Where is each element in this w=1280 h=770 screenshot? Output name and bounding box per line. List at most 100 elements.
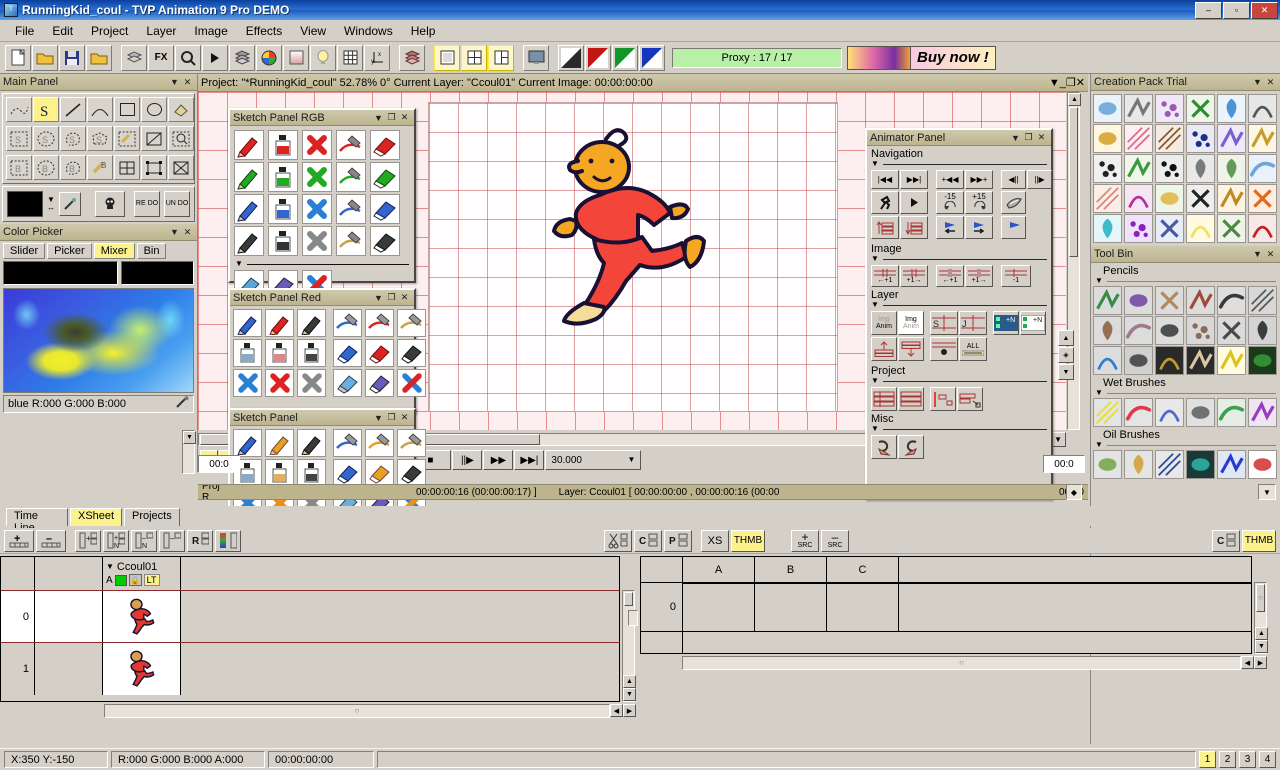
chevron-down-icon[interactable]: ▼ xyxy=(1095,389,1103,397)
insert-before-icon[interactable]: + xyxy=(75,530,101,552)
undo-button[interactable]: UN DO xyxy=(164,191,190,217)
brush-gray-arc[interactable] xyxy=(1248,94,1277,123)
brush-purple-ribbon[interactable] xyxy=(1124,214,1153,243)
charcoal-stick[interactable] xyxy=(1217,286,1246,315)
vscroll-thumb[interactable] xyxy=(1069,107,1078,257)
eraser-green-icon[interactable] xyxy=(370,162,400,192)
brush-blue-icon[interactable] xyxy=(333,429,362,457)
restore-icon[interactable]: ❐ xyxy=(1022,131,1035,144)
s-curve-tool[interactable]: S xyxy=(33,97,59,122)
restore-icon[interactable]: ❐ xyxy=(385,411,398,424)
menu-edit[interactable]: Edit xyxy=(43,22,82,40)
eraser-block[interactable] xyxy=(1186,316,1215,345)
tab-picker[interactable]: Picker xyxy=(47,243,92,259)
oil-gold-cross[interactable] xyxy=(1124,450,1153,479)
brush-gray-icon[interactable] xyxy=(397,429,426,457)
brush-gold-splatter[interactable] xyxy=(1217,184,1246,213)
restore-icon[interactable]: ❐ xyxy=(1066,76,1076,89)
color-mixer-canvas[interactable] xyxy=(3,288,194,393)
brush-black-comma[interactable] xyxy=(1155,154,1184,183)
stack-red-icon[interactable] xyxy=(399,45,425,71)
fill-tool[interactable] xyxy=(168,97,194,122)
eraser-blue-icon[interactable] xyxy=(333,459,362,487)
brush-pink-feather[interactable] xyxy=(1093,184,1122,213)
brush-black-icon[interactable] xyxy=(336,226,366,256)
gradient-green-icon[interactable] xyxy=(612,45,638,71)
first-frame-icon[interactable]: |◀◀ xyxy=(871,170,899,189)
wet-blue-splatter[interactable] xyxy=(1155,398,1184,427)
rename-r-icon[interactable]: R xyxy=(187,530,213,552)
line-tool[interactable] xyxy=(60,97,86,122)
gradient-bw-icon[interactable] xyxy=(558,45,584,71)
select-poly-tool[interactable]: S xyxy=(87,126,113,151)
xsl-vthumb[interactable] xyxy=(624,592,633,606)
prev-marker-icon[interactable]: +◀◀ xyxy=(936,170,964,189)
current-color-swatch[interactable] xyxy=(7,191,43,217)
column-header-c[interactable]: C xyxy=(827,557,899,582)
row-number-0[interactable]: 0 xyxy=(1,591,35,642)
eraser-pink-icon[interactable] xyxy=(333,369,362,397)
brush-magic-tool[interactable]: B xyxy=(87,155,113,180)
anim-img-toggle-icon[interactable]: Img Anim xyxy=(898,311,924,335)
page-grid-icon[interactable] xyxy=(461,45,487,71)
page-single-icon[interactable] xyxy=(434,45,460,71)
redo-stack-icon[interactable] xyxy=(898,435,924,459)
scroll-down-icon[interactable]: ▼ xyxy=(1255,640,1268,653)
tab-timeline[interactable]: Time Line xyxy=(6,508,68,526)
cross-tool[interactable] xyxy=(168,155,194,180)
freehand-dots-tool[interactable] xyxy=(6,97,32,122)
lock-icon[interactable]: 🔒 xyxy=(129,574,142,586)
brush-pink-squiggle[interactable] xyxy=(1124,124,1153,153)
chevron-down-icon[interactable]: ▼ xyxy=(235,260,243,268)
tab-bin[interactable]: Bin xyxy=(137,243,167,259)
close-icon[interactable]: ✕ xyxy=(1035,131,1048,144)
close-icon[interactable]: ✕ xyxy=(181,226,194,239)
pencil-green-icon[interactable] xyxy=(234,162,264,192)
fx-icon[interactable]: FX xyxy=(148,45,174,71)
restore-icon[interactable]: ❐ xyxy=(385,291,398,304)
info-expand-button[interactable]: ◆ xyxy=(1066,484,1082,500)
close-icon[interactable]: ✕ xyxy=(1264,76,1277,89)
brush-blue-icon[interactable] xyxy=(336,194,366,224)
sel-prev-plus1-icon[interactable]: ←+1 xyxy=(936,265,964,287)
brush-black-specks[interactable] xyxy=(1093,154,1122,183)
img-minus1-delete-icon[interactable]: -1 xyxy=(1001,265,1031,287)
pencil-blue-icon[interactable] xyxy=(233,309,262,337)
oil-blue-arrow[interactable] xyxy=(1217,450,1246,479)
pencil-black-icon[interactable] xyxy=(234,226,264,256)
secondary-swatch[interactable] xyxy=(121,261,194,285)
play-icon[interactable] xyxy=(900,191,928,214)
undo-stack-icon[interactable] xyxy=(871,435,897,459)
swap-arrows-icon[interactable]: ↔ xyxy=(47,204,55,212)
select-magic-tool[interactable] xyxy=(114,126,140,151)
brush-rainbow-fish[interactable] xyxy=(1155,184,1184,213)
chevron-down-icon[interactable]: ▼ xyxy=(372,411,385,424)
layer-lt-badge[interactable]: LT xyxy=(144,574,160,586)
copy-right-icon[interactable]: C xyxy=(1212,530,1240,552)
tab-slider[interactable]: Slider xyxy=(3,243,45,259)
rotate-minus-15-icon[interactable]: -15 xyxy=(936,191,964,214)
pencil-sharp[interactable] xyxy=(1155,316,1184,345)
pan-left-icon[interactable]: ◀ xyxy=(1241,656,1254,669)
ink-black-icon[interactable] xyxy=(297,459,326,487)
brush-gold-swoop[interactable] xyxy=(1093,124,1122,153)
gradient-blue-icon[interactable] xyxy=(639,45,665,71)
chevron-down-icon[interactable]: ▼ xyxy=(1095,441,1103,449)
arc-tool[interactable] xyxy=(87,97,113,122)
menu-effects[interactable]: Effects xyxy=(237,22,291,40)
chevron-down-icon[interactable]: ▼ xyxy=(168,76,181,89)
pan-right-icon[interactable]: ▶ xyxy=(623,704,636,717)
chevron-down-icon[interactable]: ▼ xyxy=(168,226,181,239)
close-icon[interactable]: ✕ xyxy=(1264,248,1277,261)
xsheet-divider-handle[interactable] xyxy=(628,610,638,626)
project-export-icon[interactable] xyxy=(957,387,983,411)
monitor-icon[interactable] xyxy=(523,45,549,71)
row-0-cell[interactable] xyxy=(35,591,103,642)
select-zoom-tool[interactable] xyxy=(168,126,194,151)
ink-blue-icon[interactable] xyxy=(233,339,262,367)
pencil-black-icon[interactable] xyxy=(297,429,326,457)
fast-forward-button[interactable]: ▶▶ xyxy=(483,450,513,470)
ink-red-icon[interactable] xyxy=(268,130,298,160)
page-button-3[interactable]: 3 xyxy=(1239,751,1256,768)
proxy-status[interactable]: Proxy : 17 / 17 xyxy=(672,48,842,68)
